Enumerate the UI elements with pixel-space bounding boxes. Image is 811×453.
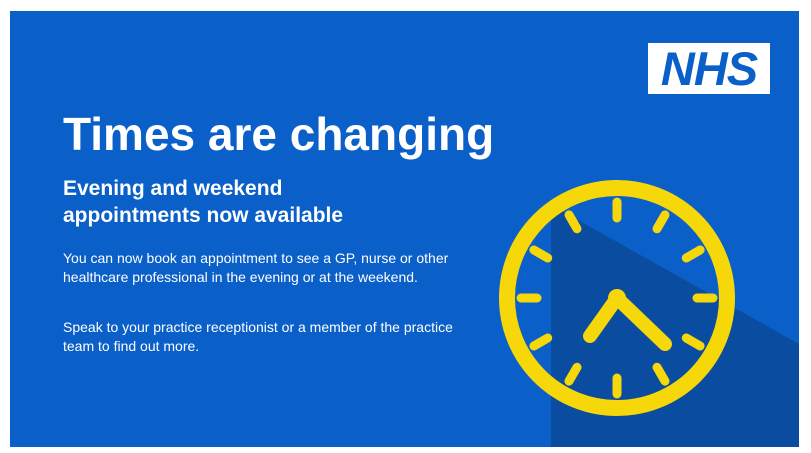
clock-tick <box>652 210 670 234</box>
clock-center <box>608 289 626 307</box>
clock-tick <box>681 245 705 263</box>
clock-tick <box>681 333 705 351</box>
clock-icon <box>499 180 735 416</box>
clock-tick <box>564 362 582 386</box>
clock-tick <box>529 333 553 351</box>
clock-tick <box>564 210 582 234</box>
poster: NHS Times are changing Evening and weeke… <box>10 11 799 447</box>
clock-tick <box>652 362 670 386</box>
clock-minute-hand <box>610 291 672 351</box>
clock-tick <box>529 245 553 263</box>
